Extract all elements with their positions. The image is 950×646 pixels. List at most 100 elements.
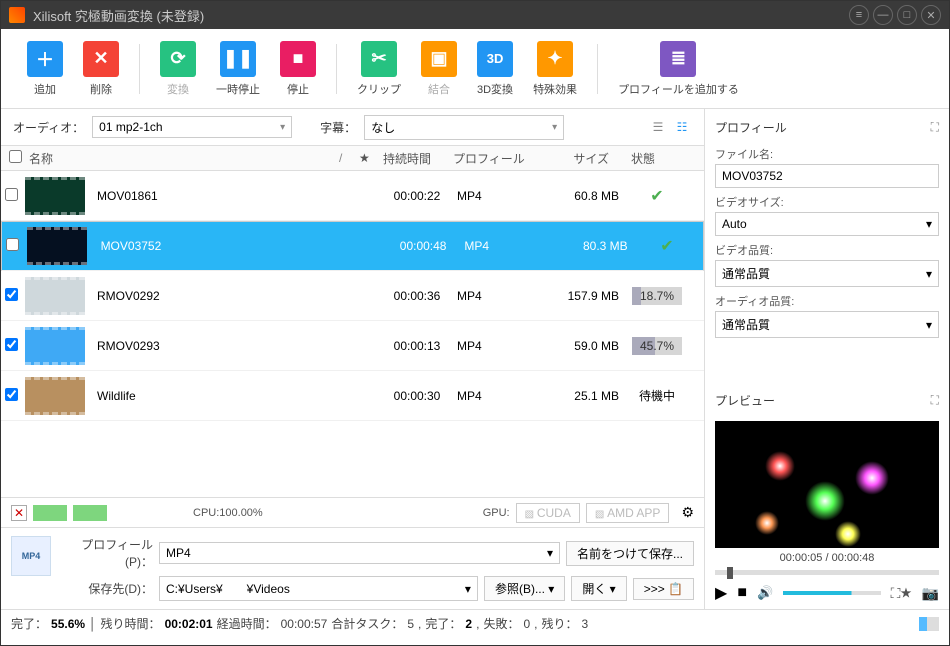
file-name: RMOV0292	[93, 289, 333, 303]
table-row[interactable]: RMOV029200:00:36MP4157.9 MB18.7%	[1, 271, 704, 321]
cpu-meter-2	[73, 505, 107, 521]
delete-button[interactable]: ✕削除	[77, 41, 125, 97]
preview-section-header: プレビュー ⛶	[715, 388, 939, 413]
row-checkbox[interactable]	[5, 388, 18, 401]
amd-button[interactable]: ▧ AMD APP	[586, 503, 670, 523]
fullscreen-icon[interactable]: ⛶★	[891, 585, 912, 602]
table-row[interactable]: Wildlife00:00:30MP425.1 MB待機中	[1, 371, 704, 421]
filter-bar: オーディオ： 01 mp2-1ch▾ 字幕： なし▾ ☰ ☷	[1, 109, 704, 145]
maximize-button[interactable]: □	[897, 5, 917, 25]
row-checkbox[interactable]	[5, 188, 18, 201]
videoquality-label: ビデオ品質:	[715, 242, 939, 258]
volume-slider[interactable]	[783, 591, 880, 595]
profile-panel: MP4 プロフィール(P)： MP4▾ 名前をつけて保存... 保存先(D)： …	[1, 527, 704, 609]
col-status[interactable]: 状態	[613, 150, 673, 167]
dest-input[interactable]: C:¥Users¥ ¥Videos▾	[159, 576, 478, 601]
thumbnail	[25, 277, 85, 315]
select-all-checkbox[interactable]	[9, 150, 22, 163]
save-as-button[interactable]: 名前をつけて保存...	[566, 541, 694, 566]
audio-label: オーディオ：	[13, 119, 84, 136]
duration: 00:00:22	[377, 189, 457, 203]
subtitle-label: 字幕：	[320, 119, 356, 136]
duration: 00:00:48	[383, 239, 463, 253]
effects-button[interactable]: ✦特殊効果	[527, 41, 583, 97]
file-size: 80.3 MB	[556, 239, 636, 253]
3d-button[interactable]: 3D3D変換	[471, 41, 519, 97]
file-name: MOV03752	[97, 239, 337, 253]
add-button[interactable]: ＋追加	[21, 41, 69, 97]
videoquality-select[interactable]: 通常品質▾	[715, 260, 939, 287]
done-check-icon: ✔	[660, 236, 673, 256]
convert-button[interactable]: ⟳変換	[154, 41, 202, 97]
file-list: MOV0186100:00:22MP460.8 MB✔MOV0375200:00…	[1, 171, 704, 497]
row-checkbox[interactable]	[5, 288, 18, 301]
filename-input[interactable]: MOV03752	[715, 164, 939, 188]
profile: MP4	[457, 189, 547, 203]
snapshot-icon[interactable]: 📷	[922, 585, 939, 602]
col-star[interactable]: ★	[355, 151, 379, 165]
table-header: 名称 / ★ 持続時間 プロフィール サイズ 状態	[1, 145, 704, 171]
done-check-icon: ✔	[650, 186, 663, 206]
stop-process-icon[interactable]: ✕	[11, 505, 27, 521]
browse-button[interactable]: 参照(B)... ▾	[484, 576, 565, 601]
cpu-meter-1	[33, 505, 67, 521]
duration: 00:00:13	[377, 339, 457, 353]
view-detail-icon[interactable]: ☷	[672, 119, 692, 135]
profile: MP4	[457, 339, 547, 353]
col-name[interactable]: 名称	[25, 150, 335, 167]
merge-button[interactable]: ▣結合	[415, 41, 463, 97]
filename-label: ファイル名:	[715, 146, 939, 162]
close-button[interactable]: ✕	[921, 5, 941, 25]
clip-button[interactable]: ✂クリップ	[351, 41, 407, 97]
titlebar: Xilisoft 究極動画変換 (未登録) ≡ — □ ✕	[1, 1, 949, 29]
row-checkbox[interactable]	[5, 338, 18, 351]
toolbar: ＋追加 ✕削除 ⟳変換 ❚❚一時停止 ■停止 ✂クリップ ▣結合 3D3D変換 …	[1, 29, 949, 109]
subtitle-select[interactable]: なし▾	[364, 115, 564, 140]
preview-slider[interactable]	[715, 570, 939, 575]
profile-format-icon: MP4	[11, 536, 51, 576]
stop-icon[interactable]: ■	[737, 584, 747, 602]
pause-button[interactable]: ❚❚一時停止	[210, 41, 266, 97]
add-profile-button[interactable]: ≣プロフィールを追加する	[612, 41, 745, 97]
file-size: 59.0 MB	[547, 339, 627, 353]
preview-time: 00:00:05 / 00:00:48	[715, 552, 939, 564]
col-size[interactable]: サイズ	[539, 150, 613, 167]
play-icon[interactable]: ▶	[715, 583, 727, 603]
app-logo-icon	[9, 7, 25, 23]
file-name: MOV01861	[93, 189, 333, 203]
profile-label: プロフィール(P)：	[61, 536, 153, 570]
table-row[interactable]: MOV01861 00:00:22MP460.8 MB ✔	[1, 171, 704, 221]
videosize-select[interactable]: Auto▾	[715, 212, 939, 236]
view-list-icon[interactable]: ☰	[648, 119, 668, 135]
table-row[interactable]: MOV0375200:00:48MP480.3 MB✔	[1, 221, 704, 271]
status-bar: 完了：55.6%│ 残り時間：00:02:01 経過時間：00:00:57 合計…	[1, 609, 949, 637]
profile-select[interactable]: MP4▾	[159, 542, 560, 564]
audioquality-label: オーディオ品質:	[715, 293, 939, 309]
stop-button[interactable]: ■停止	[274, 41, 322, 97]
volume-icon[interactable]: 🔊	[757, 585, 773, 601]
minimize-button[interactable]: —	[873, 5, 893, 25]
audio-select[interactable]: 01 mp2-1ch▾	[92, 116, 292, 138]
overall-progress-bar	[919, 617, 939, 631]
col-duration[interactable]: 持続時間	[379, 150, 449, 167]
audioquality-select[interactable]: 通常品質▾	[715, 311, 939, 338]
expand-profile-icon[interactable]: ⛶	[931, 120, 939, 135]
thumbnail	[25, 177, 85, 215]
more-button[interactable]: >>> 📋	[633, 578, 694, 600]
cuda-button[interactable]: ▧ CUDA	[516, 503, 580, 523]
file-size: 60.8 MB	[547, 189, 627, 203]
open-button[interactable]: 開く ▾	[571, 576, 626, 601]
profile-section-header: プロフィール ⛶	[715, 115, 939, 140]
status-text: 待機中	[639, 387, 675, 404]
row-checkbox[interactable]	[6, 238, 19, 251]
table-row[interactable]: RMOV029300:00:13MP459.0 MB45.7%	[1, 321, 704, 371]
settings-gear-icon[interactable]: ⚙	[681, 504, 694, 521]
gpu-label: GPU:	[483, 507, 510, 519]
preview-pane	[715, 421, 939, 548]
expand-preview-icon[interactable]: ⛶	[931, 393, 939, 408]
videosize-label: ビデオサイズ:	[715, 194, 939, 210]
col-profile[interactable]: プロフィール	[449, 150, 539, 167]
duration: 00:00:30	[377, 389, 457, 403]
dest-label: 保存先(D)：	[61, 580, 153, 597]
menu-button[interactable]: ≡	[849, 5, 869, 25]
